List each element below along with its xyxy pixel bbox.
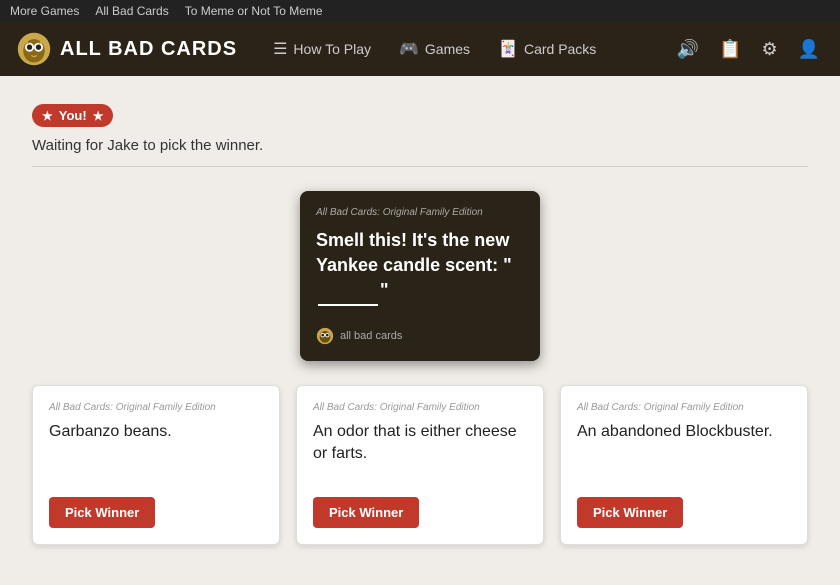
- pick-winner-button-3[interactable]: Pick Winner: [577, 497, 683, 528]
- clipboard-button[interactable]: 📋: [715, 35, 745, 64]
- white-card-2-edition: All Bad Cards: Original Family Edition: [313, 402, 527, 413]
- white-cards-section: All Bad Cards: Original Family Edition G…: [16, 377, 824, 569]
- black-card-edition: All Bad Cards: Original Family Edition: [316, 207, 524, 218]
- white-card-1-edition: All Bad Cards: Original Family Edition: [49, 402, 263, 413]
- browser-bar: More Games All Bad Cards To Meme or Not …: [0, 0, 840, 22]
- white-card-1: All Bad Cards: Original Family Edition G…: [32, 385, 280, 545]
- black-card-section: All Bad Cards: Original Family Edition S…: [16, 191, 824, 377]
- pick-winner-button-2[interactable]: Pick Winner: [313, 497, 419, 528]
- card-packs-icon: 🃏: [498, 39, 518, 59]
- white-card-2-text: An odor that is either cheese or farts.: [313, 421, 527, 466]
- black-card-footer: all bad cards: [316, 327, 524, 345]
- black-card-text: Smell this! It's the new Yankee candle s…: [316, 228, 524, 315]
- main-nav: ALL BAD CARDS ☰ How To Play 🎮 Games 🃏 Ca…: [0, 22, 840, 76]
- top-section: ★ You! ★ Waiting for Jake to pick the wi…: [16, 92, 824, 191]
- card-packs-link[interactable]: 🃏 Card Packs: [486, 33, 608, 65]
- games-icon: 🎮: [399, 39, 419, 59]
- blank-space: [318, 278, 378, 305]
- nav-right: 🔊 📋 ⚙ 👤: [673, 35, 824, 64]
- badge-star-right: ★: [93, 109, 104, 123]
- black-question-card: All Bad Cards: Original Family Edition S…: [300, 191, 540, 361]
- all-bad-cards-link[interactable]: All Bad Cards: [95, 4, 168, 18]
- owl-logo-icon: [16, 31, 52, 67]
- how-to-play-label: How To Play: [293, 41, 371, 57]
- brand-title: ALL BAD CARDS: [60, 38, 237, 61]
- brand: ALL BAD CARDS: [16, 31, 237, 67]
- white-card-3: All Bad Cards: Original Family Edition A…: [560, 385, 808, 545]
- you-badge-label: You!: [59, 108, 87, 123]
- card-packs-label: Card Packs: [524, 41, 596, 57]
- sound-button[interactable]: 🔊: [673, 35, 703, 64]
- pick-winner-button-1[interactable]: Pick Winner: [49, 497, 155, 528]
- nav-links: ☰ How To Play 🎮 Games 🃏 Card Packs: [261, 33, 673, 65]
- waiting-text: Waiting for Jake to pick the winner.: [32, 137, 808, 167]
- white-cards-row: All Bad Cards: Original Family Edition G…: [32, 377, 808, 553]
- black-card-footer-text: all bad cards: [340, 330, 402, 342]
- you-badge: ★ You! ★: [32, 104, 113, 127]
- how-to-play-link[interactable]: ☰ How To Play: [261, 33, 383, 65]
- to-meme-link[interactable]: To Meme or Not To Meme: [185, 4, 323, 18]
- how-to-play-icon: ☰: [273, 39, 287, 59]
- settings-button[interactable]: ⚙: [757, 35, 781, 64]
- games-link[interactable]: 🎮 Games: [387, 33, 482, 65]
- content-area: ★ You! ★ Waiting for Jake to pick the wi…: [0, 76, 840, 585]
- white-card-3-edition: All Bad Cards: Original Family Edition: [577, 402, 791, 413]
- white-card-2: All Bad Cards: Original Family Edition A…: [296, 385, 544, 545]
- games-label: Games: [425, 41, 470, 57]
- white-card-3-text: An abandoned Blockbuster.: [577, 421, 791, 443]
- user-button[interactable]: 👤: [794, 35, 824, 64]
- white-card-1-text: Garbanzo beans.: [49, 421, 263, 443]
- footer-owl-icon: [316, 327, 334, 345]
- badge-star-left: ★: [42, 109, 53, 123]
- more-games-link[interactable]: More Games: [10, 4, 79, 18]
